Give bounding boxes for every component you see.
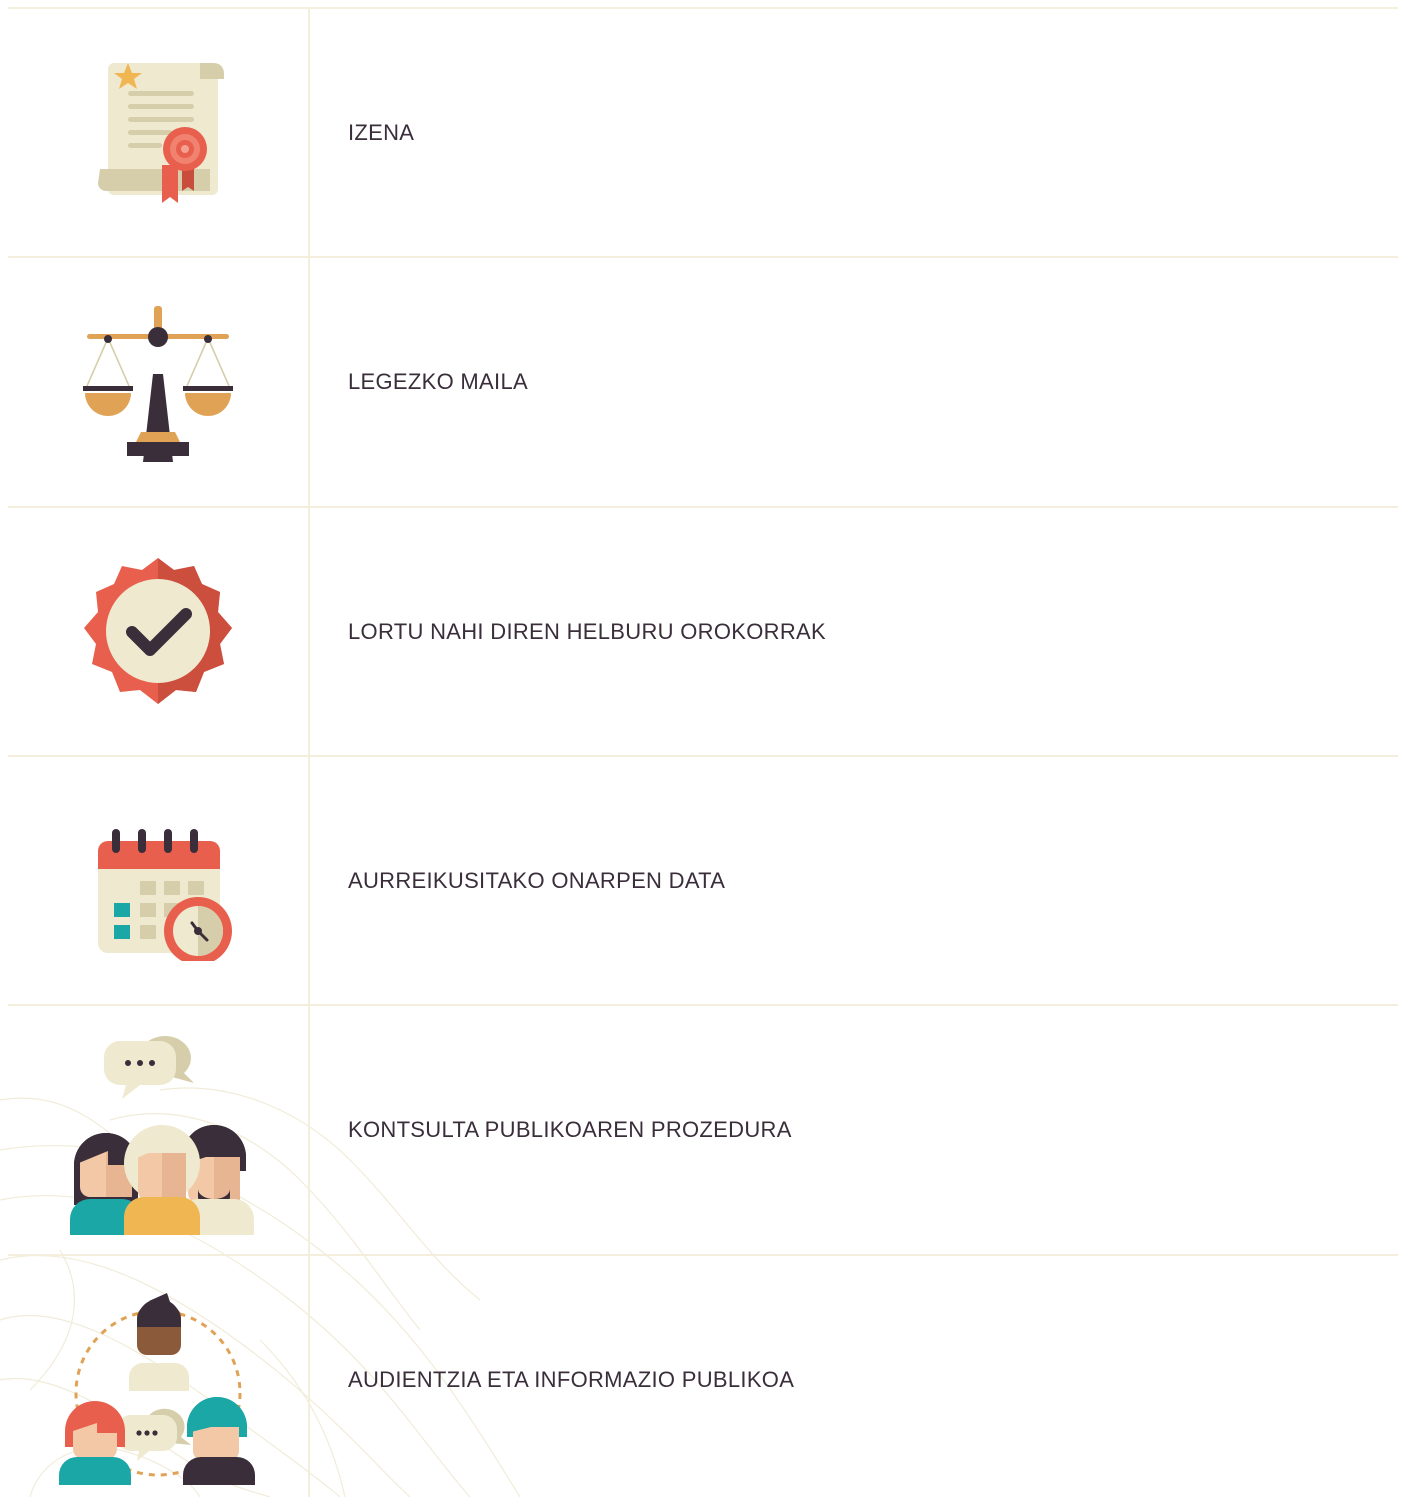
table-row: AUDIENTZIA ETA INFORMAZIO PUBLIKOA bbox=[8, 1256, 1398, 1504]
icon-cell bbox=[8, 757, 308, 1005]
table-row: IZENA bbox=[8, 9, 1398, 257]
row-label-audientzia: AUDIENTZIA ETA INFORMAZIO PUBLIKOA bbox=[348, 1367, 795, 1392]
icon-cell bbox=[8, 258, 308, 506]
info-table: IZENA LEGEZKO MAILA LORTU NAHI DIREN HEL… bbox=[0, 0, 1405, 1497]
group-chat-icon bbox=[70, 1036, 254, 1235]
page: IZENA LEGEZKO MAILA LORTU NAHI DIREN HEL… bbox=[0, 0, 1405, 1497]
icon-cell bbox=[8, 508, 308, 756]
row-label-izena: IZENA bbox=[348, 120, 415, 145]
icon-cell bbox=[8, 1006, 308, 1254]
table-row: LEGEZKO MAILA bbox=[8, 258, 1398, 506]
calendar-clock-icon bbox=[98, 829, 232, 961]
row-label-onarpen-data: AURREIKUSITAKO ONARPEN DATA bbox=[348, 868, 726, 893]
icon-cell bbox=[8, 1256, 308, 1504]
certificate-scroll-icon bbox=[98, 63, 224, 203]
row-label-helburuak: LORTU NAHI DIREN HELBURU OROKORRAK bbox=[348, 619, 826, 644]
people-circle-icon bbox=[59, 1293, 255, 1485]
table-row: KONTSULTA PUBLIKOAREN PROZEDURA bbox=[8, 1006, 1398, 1254]
row-label-legezko-maila: LEGEZKO MAILA bbox=[348, 369, 528, 394]
table-row: LORTU NAHI DIREN HELBURU OROKORRAK bbox=[8, 508, 1398, 756]
icon-cell bbox=[8, 9, 308, 257]
table-row: AURREIKUSITAKO ONARPEN DATA bbox=[8, 757, 1398, 1005]
row-label-kontsulta: KONTSULTA PUBLIKOAREN PROZEDURA bbox=[348, 1117, 792, 1142]
scales-of-justice-icon bbox=[83, 306, 233, 462]
check-badge-icon bbox=[84, 558, 232, 704]
